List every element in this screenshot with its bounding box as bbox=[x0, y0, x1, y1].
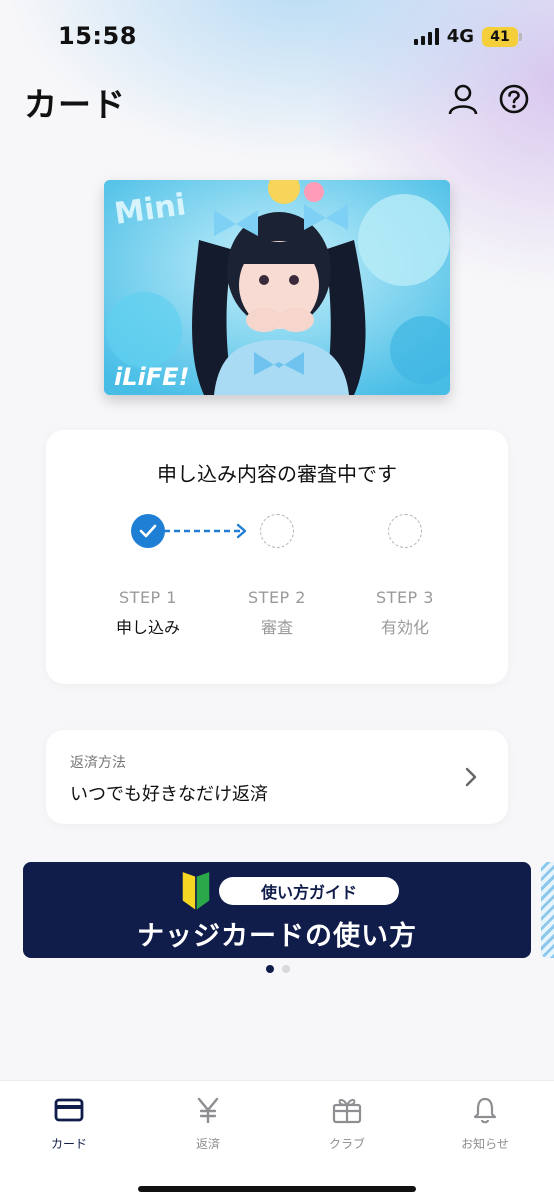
battery-icon: 41 bbox=[482, 26, 522, 47]
network-type: 4G bbox=[446, 26, 474, 47]
status-indicators: 4G 41 bbox=[413, 26, 522, 47]
step-1-label: 申し込み bbox=[115, 618, 180, 637]
tab-card-label: カード bbox=[50, 1137, 87, 1151]
guide-title: ナッジカードの使い方 bbox=[137, 921, 417, 952]
signal-icon bbox=[413, 28, 439, 45]
card-icon bbox=[54, 1098, 84, 1122]
page-title: カード bbox=[24, 85, 126, 124]
profile-button[interactable] bbox=[444, 80, 482, 118]
status-bar: 15:58 4G 41 bbox=[0, 0, 554, 70]
chevron-right-icon bbox=[465, 767, 477, 787]
step-3-label: 有効化 bbox=[380, 618, 429, 637]
beginner-mark-icon bbox=[181, 870, 211, 912]
next-banner-peek[interactable] bbox=[541, 862, 554, 958]
check-icon bbox=[139, 524, 157, 538]
application-status-title: 申し込み内容の審査中です bbox=[157, 462, 397, 486]
tab-notifications-label: お知らせ bbox=[461, 1137, 509, 1151]
guide-tag: 使い方ガイド bbox=[219, 877, 399, 905]
help-button[interactable] bbox=[495, 80, 533, 118]
app-screen: 15:58 4G 41 カード Mini iLiFE! 申し込み内容の審査中です… bbox=[0, 0, 554, 1200]
repayment-method-row[interactable]: 返済方法 いつでも好きなだけ返済 bbox=[46, 730, 508, 824]
step-2-label: 審査 bbox=[260, 618, 293, 637]
status-time: 15:58 bbox=[58, 22, 137, 50]
tab-club-label: クラブ bbox=[328, 1137, 365, 1151]
home-indicator[interactable] bbox=[138, 1186, 416, 1192]
tab-card[interactable]: カード bbox=[0, 1093, 138, 1157]
step-3-number: STEP 3 bbox=[376, 588, 434, 607]
gift-icon bbox=[332, 1098, 362, 1124]
pager-dot[interactable] bbox=[282, 965, 290, 973]
card-logo: iLiFE! bbox=[114, 363, 189, 391]
guide-banner[interactable]: 使い方ガイド ナッジカードの使い方 bbox=[23, 862, 531, 958]
dashed-arrow-icon bbox=[164, 523, 247, 539]
tab-repay-label: 返済 bbox=[195, 1137, 220, 1151]
help-circle-icon bbox=[499, 84, 529, 114]
header: カード bbox=[0, 78, 554, 124]
yen-icon bbox=[197, 1097, 219, 1123]
application-status-panel: 申し込み内容の審査中です STEP 1 申し込み STEP 2 審査 STEP … bbox=[46, 430, 508, 684]
card-image[interactable]: Mini iLiFE! bbox=[104, 180, 450, 395]
step-2-pending-indicator bbox=[260, 514, 294, 548]
repayment-method-label: 返済方法 bbox=[70, 755, 126, 771]
step-2-number: STEP 2 bbox=[248, 588, 306, 607]
step-3-pending-indicator bbox=[388, 514, 422, 548]
tab-repay[interactable]: 返済 bbox=[139, 1093, 277, 1157]
person-icon bbox=[448, 84, 478, 115]
tab-bar: カード 返済 クラブ お知らせ bbox=[0, 1080, 554, 1200]
carousel-pager bbox=[266, 965, 290, 973]
pager-dot-active[interactable] bbox=[266, 965, 274, 973]
tab-notifications[interactable]: お知らせ bbox=[416, 1093, 554, 1157]
step-1-done-indicator bbox=[131, 514, 165, 548]
bell-icon bbox=[473, 1097, 497, 1124]
battery-level: 41 bbox=[490, 28, 510, 45]
tab-club[interactable]: クラブ bbox=[278, 1093, 416, 1157]
step-1-number: STEP 1 bbox=[119, 588, 177, 607]
card-artwork: Mini iLiFE! bbox=[104, 180, 450, 395]
repayment-method-value: いつでも好きなだけ返済 bbox=[70, 784, 268, 805]
